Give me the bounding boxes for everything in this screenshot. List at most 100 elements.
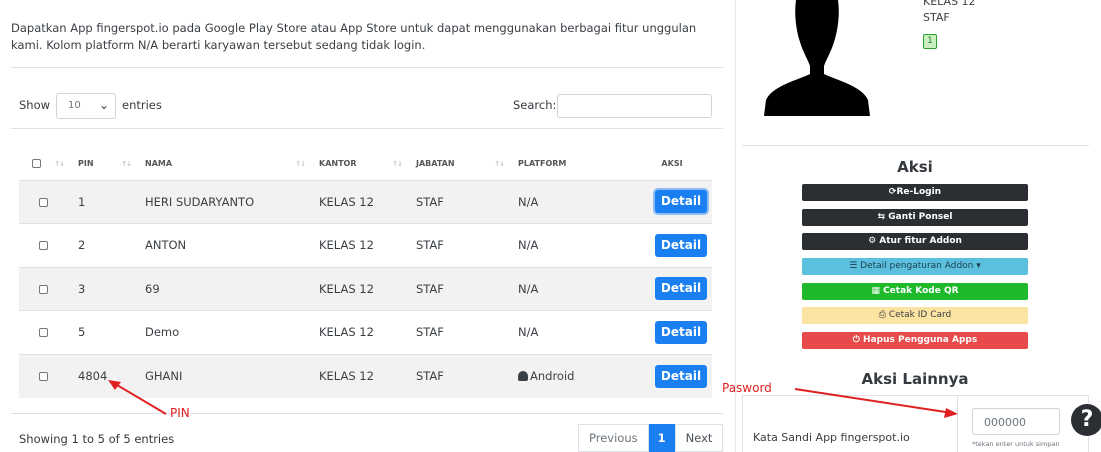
cell-nama: HERI SUDARYANTO — [139, 179, 313, 224]
relogin-button[interactable]: ⟳Re-Login — [802, 184, 1028, 201]
detail-button[interactable]: Detail — [655, 190, 707, 214]
cell-platform: Android — [512, 353, 632, 398]
cetak-id-card-button[interactable]: ⎙ Cetak ID Card — [802, 307, 1028, 324]
cell-pin: 4804 — [72, 353, 139, 398]
app-notice: Dapatkan App fingerspot.io pada Google P… — [11, 21, 697, 52]
cell-kantor: KELAS 12 — [313, 223, 410, 267]
select-all-checkbox[interactable] — [32, 158, 41, 168]
ganti-ponsel-button[interactable]: ⇆ Ganti Ponsel — [802, 209, 1028, 226]
sort-icon: ↑↓ — [54, 160, 65, 168]
cell-kantor: KELAS 12 — [313, 179, 410, 224]
cell-jabatan: STAF — [410, 353, 512, 398]
annotation-password: Pasword — [722, 381, 772, 395]
status-badge: 1 — [923, 34, 937, 49]
chevron-down-icon: ⌄ — [98, 98, 109, 112]
header-platform[interactable]: PLATFORM — [512, 147, 632, 181]
table-row: 5 Demo KELAS 12 STAF N/A Detail — [19, 310, 712, 354]
cell-pin: 1 — [72, 179, 139, 224]
show-label: Show — [19, 98, 51, 112]
cell-kantor: KELAS 12 — [313, 353, 410, 398]
profile-kantor: KELAS 12 — [923, 0, 976, 8]
detail-pengaturan-addon-button[interactable]: ☰ Detail pengaturan Addon ▾ — [802, 258, 1028, 275]
row-checkbox[interactable] — [39, 284, 48, 294]
caret-down-icon: ▾ — [973, 261, 981, 271]
header-aksi: AKSI — [632, 147, 712, 181]
cetak-kode-qr-button[interactable]: ▦ Cetak Kode QR — [802, 283, 1028, 300]
detail-button[interactable]: Detail — [655, 233, 707, 257]
table-row: 4804 GHANI KELAS 12 STAF Android Detail — [19, 353, 712, 398]
header-nama[interactable]: NAMA ↑↓ — [139, 147, 313, 181]
page-1-button[interactable]: 1 — [648, 424, 675, 452]
table-row: 2 ANTON KELAS 12 STAF N/A Detail — [19, 223, 712, 267]
cell-jabatan: STAF — [410, 179, 512, 224]
swap-icon: ⇆ — [877, 212, 889, 222]
aksi-lainnya-table: Kata Sandi App fingerspot.io 000000 *tek… — [742, 395, 1089, 452]
print-icon: ⎙ — [878, 310, 889, 320]
header-jabatan[interactable]: JABATAN ↑↓ — [410, 147, 512, 181]
cell-kantor: KELAS 12 — [313, 266, 410, 311]
search-input[interactable] — [557, 94, 712, 118]
password-hint: *tekan enter untuk simpan — [972, 440, 1060, 448]
annotation-pin: PIN — [170, 406, 190, 420]
employee-table: ↑↓ PIN ↑↓ NAMA ↑↓ KANTOR ↑↓ JABATAN ↑↓ PLATF… — [19, 147, 712, 398]
select-all-header[interactable]: ↑↓ — [19, 147, 72, 181]
profile-jabatan: STAF — [923, 11, 950, 24]
table-header-row: ↑↓ PIN ↑↓ NAMA ↑↓ KANTOR ↑↓ JABATAN ↑↓ PLATF… — [19, 147, 712, 181]
help-icon[interactable]: ? — [1071, 404, 1101, 436]
previous-button[interactable]: Previous — [578, 424, 649, 452]
gear-icon: ⚙ — [868, 236, 880, 246]
header-kantor[interactable]: KANTOR ↑↓ — [313, 147, 410, 181]
entries-value: 10 — [68, 100, 81, 111]
cell-nama: 69 — [139, 266, 313, 311]
showing-info: Showing 1 to 5 of 5 entries — [19, 432, 175, 446]
divider — [11, 413, 723, 414]
power-icon: ⏻ — [852, 335, 864, 345]
cell-nama: Demo — [139, 310, 313, 354]
divider — [11, 128, 723, 129]
cell-pin: 2 — [72, 223, 139, 267]
password-input[interactable]: 000000 — [972, 408, 1060, 435]
sort-icon: ↑↓ — [392, 160, 403, 168]
cell-pin: 5 — [72, 310, 139, 354]
sort-icon: ↑↓ — [295, 160, 306, 168]
cell-nama: GHANI — [139, 353, 313, 398]
cell-jabatan: STAF — [410, 310, 512, 354]
cell-platform: N/A — [512, 266, 632, 311]
row-checkbox[interactable] — [39, 241, 48, 251]
aksi-title: Aksi — [897, 158, 933, 176]
sandi-label: Kata Sandi App fingerspot.io — [753, 431, 910, 444]
hapus-pengguna-apps-button[interactable]: ⏻ Hapus Pengguna Apps — [802, 332, 1028, 349]
cell-jabatan: STAF — [410, 266, 512, 311]
sort-icon: ↑↓ — [494, 160, 505, 168]
row-checkbox[interactable] — [39, 197, 48, 207]
employee-detail-panel: KELAS 12 STAF 1 Aksi ⟳Re-Login ⇆ Ganti P… — [735, 0, 1101, 452]
employee-list-panel: Dapatkan App fingerspot.io pada Google P… — [0, 0, 735, 452]
cell-nama: ANTON — [139, 223, 313, 267]
cell-platform: N/A — [512, 223, 632, 267]
detail-button[interactable]: Detail — [655, 277, 707, 301]
detail-button[interactable]: Detail — [655, 320, 707, 344]
cell-kantor: KELAS 12 — [313, 310, 410, 354]
cell-platform: N/A — [512, 310, 632, 354]
divider — [11, 67, 723, 68]
cell-platform: N/A — [512, 179, 632, 224]
qrcode-icon: ▦ — [871, 286, 884, 296]
divider — [957, 396, 958, 452]
detail-button[interactable]: Detail — [655, 364, 707, 388]
table-row: 1 HERI SUDARYANTO KELAS 12 STAF N/A Deta… — [19, 179, 712, 224]
list-icon: ☰ — [849, 261, 861, 271]
entries-select[interactable]: 10 ⌄ — [56, 93, 116, 119]
search-label: Search: — [513, 98, 557, 112]
android-icon — [518, 371, 528, 381]
header-pin[interactable]: PIN ↑↓ — [72, 147, 139, 181]
atur-fitur-addon-button[interactable]: ⚙ Atur fitur Addon — [802, 233, 1028, 250]
entries-label: entries — [122, 98, 162, 112]
cell-pin: 3 — [72, 266, 139, 311]
aksi-lainnya-title: Aksi Lainnya — [861, 370, 969, 388]
row-checkbox[interactable] — [39, 328, 48, 338]
cell-jabatan: STAF — [410, 223, 512, 267]
next-button[interactable]: Next — [674, 424, 724, 452]
pagination: Previous 1 Next — [578, 424, 724, 452]
table-row: 3 69 KELAS 12 STAF N/A Detail — [19, 266, 712, 311]
row-checkbox[interactable] — [39, 372, 48, 381]
